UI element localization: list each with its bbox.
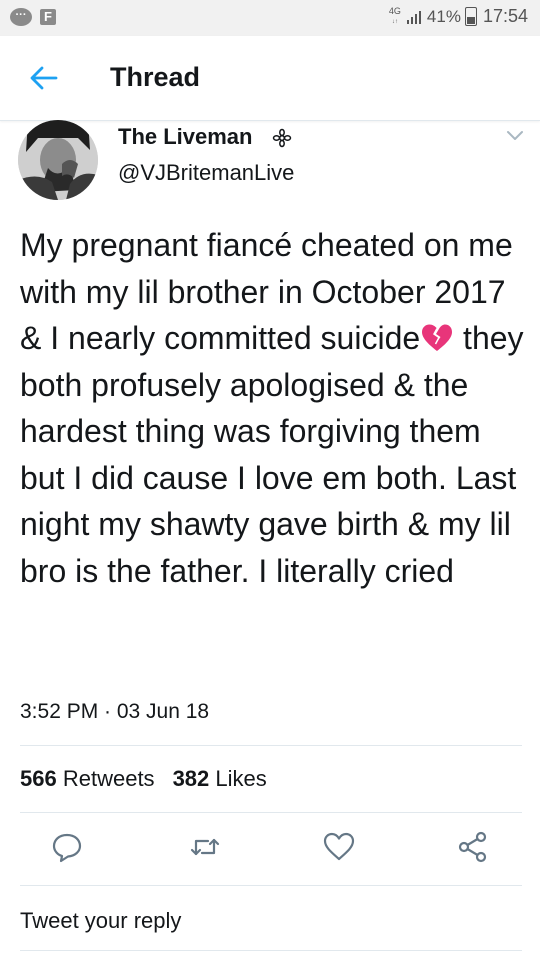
retweet-icon[interactable]	[188, 830, 222, 864]
network-type: 4G ↓↑	[388, 5, 401, 25]
status-bar: ··· F 4G ↓↑ 41% 17:54	[0, 0, 540, 36]
flower-badge-icon	[272, 128, 292, 148]
divider	[20, 812, 522, 813]
likes-count: 382	[172, 766, 210, 791]
status-right: 4G ↓↑ 41% 17:54	[389, 6, 528, 27]
back-arrow-icon[interactable]	[28, 62, 60, 94]
network-label: 4G	[388, 5, 401, 16]
retweets-label: Retweets	[62, 766, 155, 791]
status-left: ··· F	[10, 8, 56, 26]
chevron-down-icon[interactable]	[505, 128, 525, 144]
tweet-stats: 566 Retweets 382 Likes	[20, 766, 267, 792]
battery-percent: 41%	[426, 6, 461, 26]
likes-stat[interactable]: 382 Likes	[173, 766, 267, 791]
tweet-timestamp[interactable]: 3:52 PM · 03 Jun 18	[20, 700, 209, 724]
tweet-text: My pregnant fiancé cheated on me with my…	[20, 222, 525, 594]
facebook-notification-icon: F	[40, 9, 56, 25]
messenger-notification-icon: ···	[10, 8, 32, 26]
avatar[interactable]	[18, 120, 98, 200]
user-handle[interactable]: @VJBritemanLive	[118, 160, 294, 186]
app-header: Thread	[0, 36, 540, 121]
user-name[interactable]: The Liveman	[118, 124, 252, 150]
divider	[20, 745, 522, 746]
likes-label: Likes	[215, 766, 267, 791]
divider	[20, 885, 522, 886]
retweets-stat[interactable]: 566 Retweets	[20, 766, 155, 791]
reply-icon[interactable]	[50, 830, 84, 864]
tweet-text-part2: they both profusely apologised & the har…	[20, 320, 524, 589]
like-icon[interactable]	[322, 830, 356, 864]
signal-icon	[405, 10, 421, 24]
divider	[20, 950, 522, 951]
broken-heart-icon	[420, 319, 454, 351]
page-title: Thread	[110, 62, 201, 92]
reply-input[interactable]: Tweet your reply	[20, 908, 181, 934]
retweets-count: 566	[20, 766, 57, 791]
share-icon[interactable]	[456, 830, 490, 864]
battery-icon	[464, 7, 477, 26]
clock: 17:54	[482, 6, 528, 26]
